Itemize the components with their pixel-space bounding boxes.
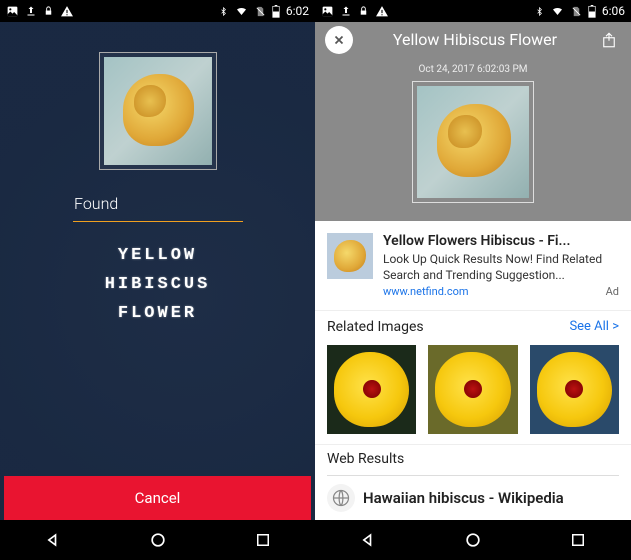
related-image[interactable] (530, 345, 619, 434)
related-images-row (315, 339, 631, 444)
web-result-row[interactable]: Hawaiian hibiscus - Wikipedia (327, 475, 619, 520)
home-button[interactable] (461, 528, 485, 552)
ad-meta: www.netfind.com Ad (383, 285, 619, 298)
wifi-icon (550, 5, 565, 17)
capture-date: Oct 24, 2017 6:02:03 PM (419, 64, 528, 75)
back-button[interactable] (41, 528, 65, 552)
flower-shape (334, 240, 366, 272)
ad-tag: Ad (606, 285, 619, 298)
ad-url: www.netfind.com (383, 285, 469, 298)
ad-body: Yellow Flowers Hibiscus - Fi... Look Up … (383, 233, 619, 298)
share-icon (600, 30, 618, 50)
recents-button[interactable] (566, 528, 590, 552)
ad-thumbnail (327, 233, 373, 279)
no-sim-icon (255, 5, 266, 18)
hero-section: Oct 24, 2017 6:02:03 PM (315, 58, 631, 221)
wifi-icon (234, 5, 249, 17)
lock-icon (43, 5, 54, 17)
upload-icon (340, 5, 352, 17)
found-label: Found (74, 194, 118, 213)
related-title: Related Images (327, 319, 424, 335)
share-button[interactable] (597, 28, 621, 52)
gallery-icon (321, 5, 334, 18)
bluetooth-icon (219, 5, 228, 18)
web-results-section: Web Results Hawaiian hibiscus - Wikipedi… (315, 444, 631, 520)
battery-icon (588, 5, 596, 18)
scan-thumbnail-frame (99, 52, 217, 170)
lock-icon (358, 5, 369, 17)
web-results-title: Web Results (327, 451, 619, 467)
page-title: Yellow Hibiscus Flower (353, 30, 597, 49)
nav-bar (315, 520, 631, 560)
home-button[interactable] (146, 528, 170, 552)
divider (73, 221, 243, 222)
hero-thumbnail-frame (412, 81, 534, 203)
warning-icon (60, 5, 74, 18)
upload-icon (25, 5, 37, 17)
hero-thumbnail (417, 86, 529, 198)
related-image[interactable] (327, 345, 416, 434)
top-bar: Yellow Hibiscus Flower (315, 22, 631, 58)
scanning-content: Found YELLOW HIBISCUS FLOWER Cancel (0, 22, 315, 520)
status-left-icons (321, 5, 389, 18)
ad-description: Look Up Quick Results Now! Find Related … (383, 251, 619, 283)
bluetooth-icon (535, 5, 544, 18)
ad-title: Yellow Flowers Hibiscus - Fi... (383, 233, 619, 249)
cancel-button-label: Cancel (135, 489, 181, 507)
gallery-icon (6, 5, 19, 18)
globe-icon (327, 484, 355, 512)
scan-thumbnail (104, 57, 212, 165)
close-icon (332, 33, 346, 47)
web-result-title: Hawaiian hibiscus - Wikipedia (363, 489, 564, 507)
clock-text: 6:02 (286, 4, 309, 18)
screen-scanning: 6:02 Found YELLOW HIBISCUS FLOWER Cancel (0, 0, 315, 560)
clock-text: 6:06 (602, 4, 625, 18)
battery-icon (272, 5, 280, 18)
close-button[interactable] (325, 26, 353, 54)
related-header: Related Images See All > (315, 311, 631, 339)
see-all-link[interactable]: See All > (569, 319, 619, 335)
status-right-icons: 6:02 (219, 4, 309, 18)
cancel-button[interactable]: Cancel (4, 476, 311, 520)
related-image[interactable] (428, 345, 517, 434)
nav-bar (0, 520, 315, 560)
results-content: Yellow Hibiscus Flower Oct 24, 2017 6:02… (315, 22, 631, 520)
ad-card[interactable]: Yellow Flowers Hibiscus - Fi... Look Up … (315, 221, 631, 311)
no-sim-icon (571, 5, 582, 18)
status-bar: 6:06 (315, 0, 631, 22)
status-left-icons (6, 5, 74, 18)
recents-button[interactable] (251, 528, 275, 552)
status-right-icons: 6:06 (535, 4, 625, 18)
screen-results: 6:06 Yellow Hibiscus Flower Oct 24, 2017… (315, 0, 631, 560)
back-button[interactable] (356, 528, 380, 552)
result-text: YELLOW HIBISCUS FLOWER (105, 242, 211, 329)
warning-icon (375, 5, 389, 18)
status-bar: 6:02 (0, 0, 315, 22)
